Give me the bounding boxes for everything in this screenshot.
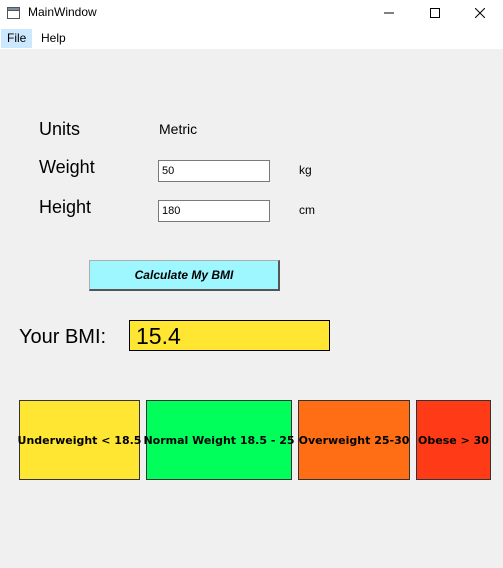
close-button[interactable]: [457, 0, 503, 27]
units-label: Units: [39, 119, 81, 139]
category-obese: Obese > 30: [416, 400, 491, 480]
calculate-bmi-button[interactable]: Calculate My BMI: [89, 260, 280, 291]
weight-unit-label: kg: [299, 163, 312, 177]
main-window: MainWindow File Help Units Metric Weight…: [0, 0, 503, 568]
menu-bar: File Help: [0, 27, 503, 49]
bmi-result-label: Your BMI:: [19, 326, 107, 348]
height-label: Height: [39, 197, 92, 217]
title-bar[interactable]: MainWindow: [0, 0, 503, 27]
menu-file[interactable]: File: [1, 29, 33, 48]
height-input[interactable]: 180: [158, 200, 270, 222]
category-normal-weight: Normal Weight 18.5 - 25: [143, 400, 295, 480]
bmi-result-value: 15.4: [129, 320, 330, 351]
weight-input[interactable]: 50: [158, 160, 270, 182]
minimize-icon: [384, 5, 394, 23]
units-value: Metric: [159, 121, 198, 137]
weight-label: Weight: [39, 157, 95, 177]
category-underweight: Underweight < 18.5: [18, 400, 141, 480]
category-overweight: Overweight 25-30: [298, 400, 410, 480]
minimize-button[interactable]: [366, 0, 412, 27]
menu-help[interactable]: Help: [35, 29, 72, 48]
height-unit-label: cm: [299, 203, 315, 217]
maximize-button[interactable]: [412, 0, 458, 27]
window-title: MainWindow: [28, 5, 97, 19]
app-window-icon: [7, 6, 20, 19]
close-icon: [474, 5, 486, 23]
maximize-icon: [430, 5, 440, 23]
